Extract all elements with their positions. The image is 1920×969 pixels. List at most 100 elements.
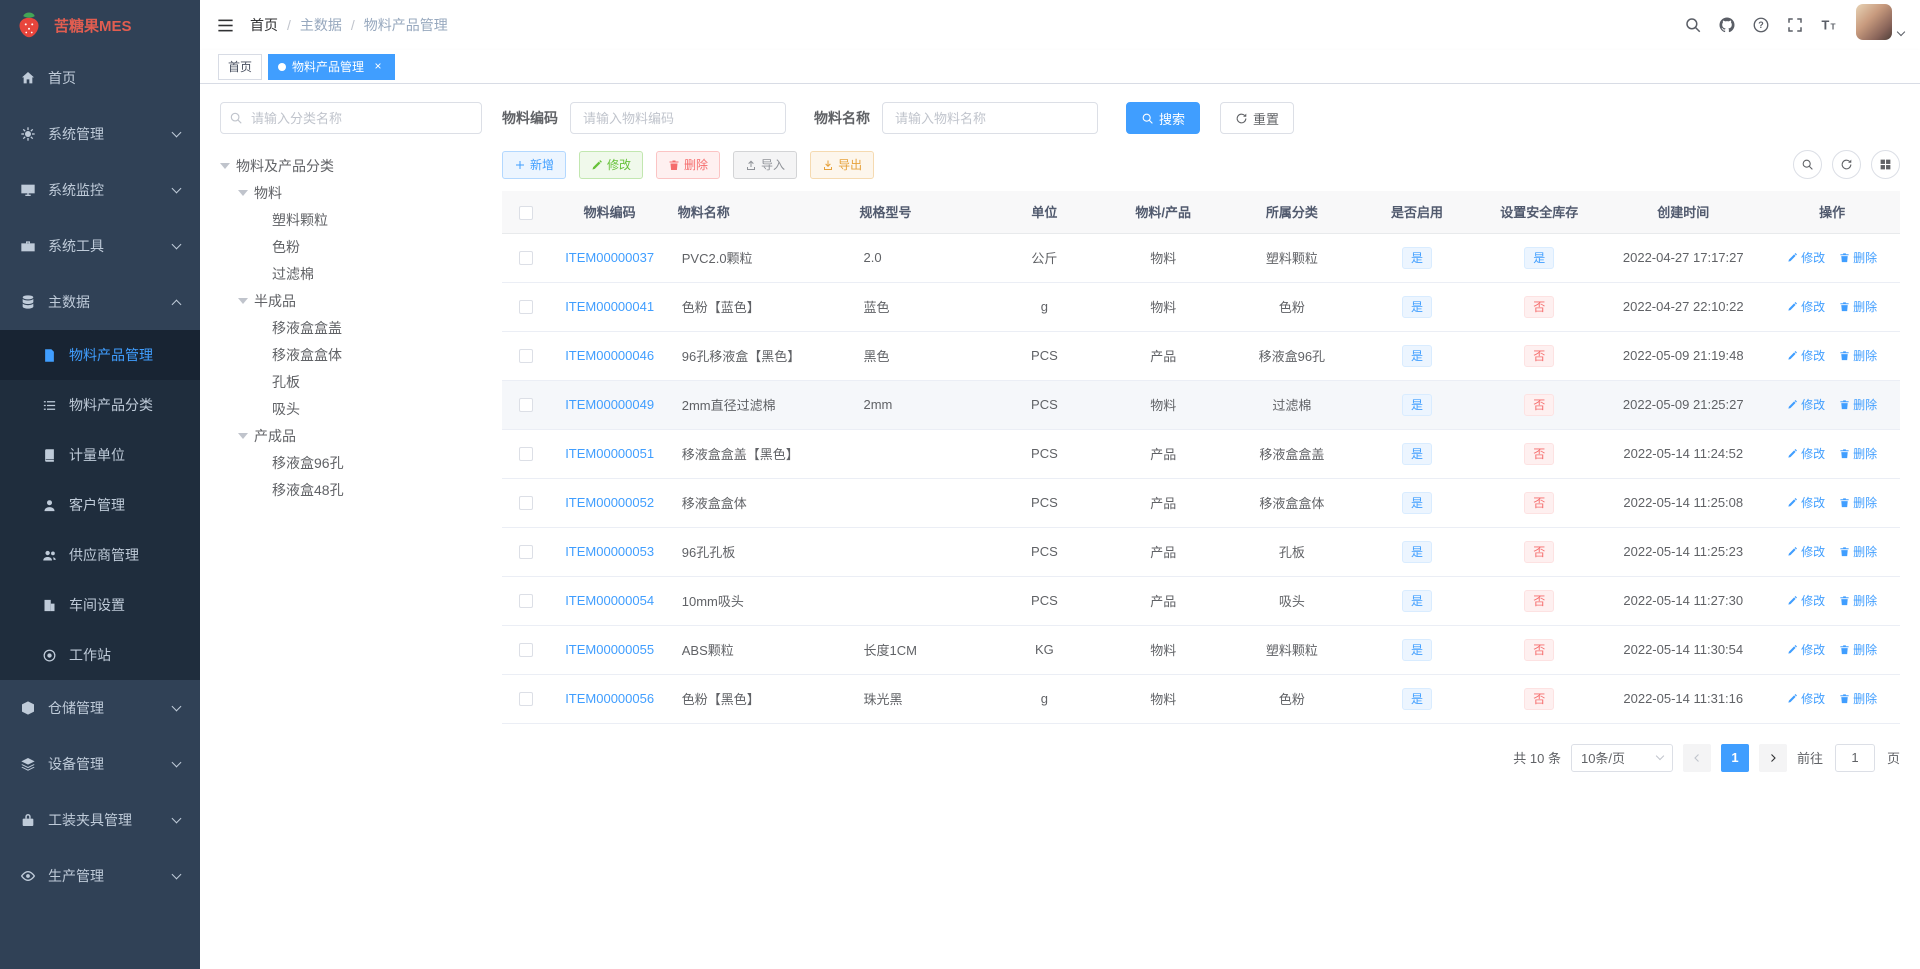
sidebar-item-warehouse-management[interactable]: 仓储管理 <box>0 680 200 736</box>
tree-node[interactable]: 物料 <box>220 179 482 206</box>
breadcrumb-item-home[interactable]: 首页 <box>250 15 278 35</box>
table-row[interactable]: ITEM00000053 96孔孔板 PCS 产品 孔板 是 否 2022-05-14 11:… <box>502 527 1900 577</box>
table-row[interactable]: ITEM00000041 色粉【蓝色】 蓝色 g 物料 色粉 是 否 2022-04-27 22… <box>502 282 1900 332</box>
font-size-button[interactable] <box>1812 0 1846 50</box>
prev-page-button[interactable] <box>1682 743 1711 772</box>
row-checkbox[interactable] <box>518 692 533 707</box>
sidebar-subitem-material-product-management[interactable]: 物料产品管理 <box>0 330 200 380</box>
row-checkbox[interactable] <box>518 643 533 658</box>
delete-button[interactable]: 删除 <box>656 150 721 179</box>
header-search-button[interactable] <box>1676 0 1710 50</box>
app-logo[interactable]: 苦糖果MES <box>0 0 200 50</box>
sidebar-item-master-data[interactable]: 主数据 <box>0 274 200 330</box>
table-row[interactable]: ITEM00000054 10mm吸头 PCS 产品 吸头 是 否 2022-05-14 11… <box>502 576 1900 626</box>
tree-node[interactable]: 孔板 <box>220 368 482 395</box>
sidebar-subitem-supplier-management[interactable]: 供应商管理 <box>0 530 200 580</box>
material-code-input[interactable] <box>570 102 786 134</box>
hamburger-toggle[interactable] <box>200 0 250 50</box>
tree-node[interactable]: 移液盒96孔 <box>220 449 482 476</box>
tree-node[interactable]: 移液盒盒盖 <box>220 314 482 341</box>
sidebar-subitem-workshop-settings[interactable]: 车间设置 <box>0 580 200 630</box>
page-size-select[interactable]: 10条/页 <box>1570 743 1673 772</box>
row-delete-link[interactable]: 删除 <box>1839 641 1877 658</box>
row-checkbox[interactable] <box>518 349 533 364</box>
next-page-button[interactable] <box>1758 743 1787 772</box>
import-button[interactable]: 导入 <box>733 150 798 179</box>
tree-node[interactable]: 色粉 <box>220 233 482 260</box>
tree-node[interactable]: 移液盒盒体 <box>220 341 482 368</box>
material-code-link[interactable]: ITEM00000056 <box>565 691 654 706</box>
tree-node[interactable]: 吸头 <box>220 395 482 422</box>
row-delete-link[interactable]: 删除 <box>1839 396 1877 413</box>
row-checkbox[interactable] <box>518 496 533 511</box>
row-checkbox[interactable] <box>518 398 533 413</box>
row-delete-link[interactable]: 删除 <box>1839 690 1877 707</box>
sidebar-subitem-customer-management[interactable]: 客户管理 <box>0 480 200 530</box>
table-row[interactable]: ITEM00000055 ABS颗粒 长度1CM KG 物料 塑料颗粒 是 否 2022-05-… <box>502 625 1900 675</box>
row-edit-link[interactable]: 修改 <box>1787 592 1825 609</box>
page-1-button[interactable]: 1 <box>1720 743 1749 772</box>
sidebar-item-equipment-management[interactable]: 设备管理 <box>0 736 200 792</box>
row-checkbox[interactable] <box>518 545 533 560</box>
table-row[interactable]: ITEM00000051 移液盒盒盖【黑色】 PCS 产品 移液盒盒盖 是 否 2022-05… <box>502 429 1900 479</box>
close-tab-icon[interactable] <box>371 60 385 74</box>
material-code-link[interactable]: ITEM00000049 <box>565 397 654 412</box>
sidebar-subitem-workstation[interactable]: 工作站 <box>0 630 200 680</box>
row-edit-link[interactable]: 修改 <box>1787 445 1825 462</box>
sidebar-item-production-management[interactable]: 生产管理 <box>0 848 200 904</box>
tree-node[interactable]: 产成品 <box>220 422 482 449</box>
row-checkbox[interactable] <box>518 300 533 315</box>
tree-node[interactable]: 半成品 <box>220 287 482 314</box>
sidebar-subitem-measurement-unit[interactable]: 计量单位 <box>0 430 200 480</box>
tree-node[interactable]: 塑料颗粒 <box>220 206 482 233</box>
row-checkbox[interactable] <box>518 594 533 609</box>
row-edit-link[interactable]: 修改 <box>1787 494 1825 511</box>
export-button[interactable]: 导出 <box>810 150 875 179</box>
material-code-link[interactable]: ITEM00000046 <box>565 348 654 363</box>
goto-page-input[interactable] <box>1834 743 1875 772</box>
row-edit-link[interactable]: 修改 <box>1787 249 1825 266</box>
select-all-checkbox[interactable] <box>518 205 533 220</box>
row-edit-link[interactable]: 修改 <box>1787 347 1825 364</box>
row-delete-link[interactable]: 删除 <box>1839 494 1877 511</box>
tab-home[interactable]: 首页 <box>218 53 263 80</box>
row-edit-link[interactable]: 修改 <box>1787 396 1825 413</box>
row-delete-link[interactable]: 删除 <box>1839 592 1877 609</box>
table-row[interactable]: ITEM00000037 PVC2.0颗粒 2.0 公斤 物料 塑料颗粒 是 是 2022-04… <box>502 233 1900 283</box>
material-code-link[interactable]: ITEM00000053 <box>565 544 654 559</box>
table-row[interactable]: ITEM00000052 移液盒盒体 PCS 产品 移液盒盒体是否 2022-05-14 … <box>502 478 1900 528</box>
row-edit-link[interactable]: 修改 <box>1787 641 1825 658</box>
row-checkbox[interactable] <box>518 447 533 462</box>
row-delete-link[interactable]: 删除 <box>1839 249 1877 266</box>
material-code-link[interactable]: ITEM00000037 <box>565 250 654 265</box>
add-button[interactable]: 新增 <box>502 150 567 179</box>
row-edit-link[interactable]: 修改 <box>1787 543 1825 560</box>
row-delete-link[interactable]: 删除 <box>1839 445 1877 462</box>
row-edit-link[interactable]: 修改 <box>1787 690 1825 707</box>
tree-node[interactable]: 物料及产品分类 <box>220 152 482 179</box>
material-code-link[interactable]: ITEM00000054 <box>565 593 654 608</box>
fullscreen-button[interactable] <box>1778 0 1812 50</box>
tab-material-product-management[interactable]: 物料产品管理 <box>268 53 396 80</box>
avatar[interactable] <box>1856 4 1892 40</box>
tree-node[interactable]: 过滤棉 <box>220 260 482 287</box>
search-button[interactable]: 搜索 <box>1126 102 1201 134</box>
material-code-link[interactable]: ITEM00000055 <box>565 642 654 657</box>
sidebar-item-system-monitor[interactable]: 系统监控 <box>0 162 200 218</box>
material-code-link[interactable]: ITEM00000041 <box>565 299 654 314</box>
material-code-link[interactable]: ITEM00000052 <box>565 495 654 510</box>
row-edit-link[interactable]: 修改 <box>1787 298 1825 315</box>
help-button[interactable] <box>1744 0 1778 50</box>
refresh-table-button[interactable] <box>1832 150 1861 179</box>
row-delete-link[interactable]: 删除 <box>1839 298 1877 315</box>
material-code-link[interactable]: ITEM00000051 <box>565 446 654 461</box>
material-name-input[interactable] <box>882 102 1098 134</box>
edit-button[interactable]: 修改 <box>579 150 644 179</box>
sidebar-item-home[interactable]: 首页 <box>0 50 200 106</box>
reset-button[interactable]: 重置 <box>1220 102 1295 134</box>
user-menu[interactable] <box>1856 4 1906 46</box>
sidebar-item-tooling-fixture-management[interactable]: 工装夹具管理 <box>0 792 200 848</box>
sidebar-item-system-tools[interactable]: 系统工具 <box>0 218 200 274</box>
column-settings-button[interactable] <box>1871 150 1900 179</box>
row-delete-link[interactable]: 删除 <box>1839 347 1877 364</box>
